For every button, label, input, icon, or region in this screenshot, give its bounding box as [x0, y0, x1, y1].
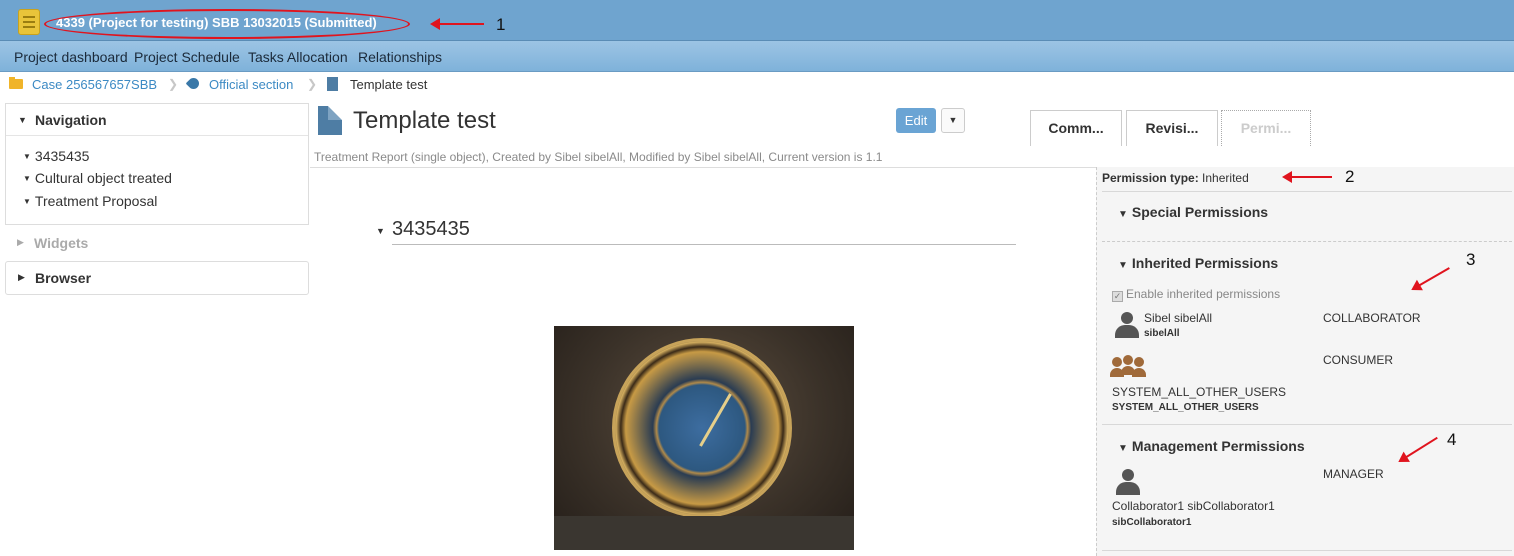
annotation-arrow: [430, 18, 484, 30]
project-icon: [18, 9, 40, 35]
menu-project-dashboard[interactable]: Project dashboard: [14, 49, 128, 65]
document-icon: [327, 77, 338, 91]
browser-header[interactable]: ▶ Browser: [6, 262, 308, 294]
annotation-number: 1: [496, 15, 506, 34]
tag-icon: [185, 75, 202, 92]
chevron-right-icon: ❯: [168, 77, 179, 91]
divider: [1102, 550, 1512, 551]
tab-permissions[interactable]: Permi...: [1221, 110, 1311, 146]
management-permissions-header[interactable]: ▼ Management Permissions: [1118, 438, 1305, 454]
checkbox-checked-icon[interactable]: ✓: [1112, 291, 1123, 302]
breadcrumb-current: Template test: [350, 77, 428, 92]
clock-base: [554, 516, 854, 550]
caret-down-icon: ▼: [1118, 260, 1128, 271]
navigation-panel: ▼ Navigation ▼ 3435435 ▼ Cultural object t…: [5, 103, 309, 225]
nav-item-label: Cultural object treated: [34, 170, 172, 186]
document-metadata: Treatment Report (single object), Create…: [314, 150, 883, 164]
annotation-arrow: [1282, 171, 1332, 183]
chevron-right-icon: ❯: [307, 77, 318, 91]
permission-type: Permission type: Inherited: [1102, 171, 1249, 185]
divider: [392, 244, 1016, 245]
menu-relationships[interactable]: Relationships: [358, 49, 442, 65]
special-permissions-header[interactable]: ▼ Special Permissions: [1118, 204, 1268, 220]
permission-user-sub: sibCollaborator1: [1112, 517, 1192, 528]
permission-role: MANAGER: [1323, 467, 1384, 481]
document-title: Template test: [353, 107, 496, 134]
edit-dropdown-button[interactable]: ▼: [941, 108, 965, 133]
caret-right-icon: ▶: [18, 272, 25, 282]
divider: [1102, 424, 1512, 425]
caret-down-icon: ▼: [23, 174, 31, 183]
divider: [1102, 241, 1512, 242]
inherited-permissions-label: Inherited Permissions: [1131, 255, 1279, 271]
tab-revisions[interactable]: Revisi...: [1126, 110, 1218, 146]
widgets-panel: ▶ Widgets: [5, 228, 309, 258]
user-icon: [1113, 312, 1141, 338]
breadcrumb: Case 256567657SBB ❯ Official section ❯ T…: [0, 72, 1514, 96]
permission-user-sub: SYSTEM_ALL_OTHER_USERS: [1112, 402, 1259, 413]
nav-item[interactable]: ▼ 3435435: [23, 148, 89, 164]
browser-panel: ▶ Browser: [5, 261, 309, 295]
caret-down-icon: ▼: [1118, 209, 1128, 220]
widgets-label: Widgets: [34, 235, 89, 251]
permission-role: COLLABORATOR: [1323, 311, 1421, 325]
enable-inherited-label: Enable inherited permissions: [1126, 287, 1281, 301]
inherited-permissions-header[interactable]: ▼ Inherited Permissions: [1118, 255, 1278, 271]
widgets-header[interactable]: ▶ Widgets: [5, 228, 309, 260]
annotation-number: 2: [1345, 167, 1355, 186]
browser-label: Browser: [35, 270, 92, 286]
folder-icon: [9, 77, 23, 89]
divider: [1102, 191, 1512, 192]
navigation-label: Navigation: [35, 112, 107, 128]
edit-button[interactable]: Edit: [896, 108, 936, 133]
caret-down-icon: ▼: [23, 197, 31, 206]
permission-type-value: Inherited: [1202, 171, 1249, 185]
caret-right-icon: ▶: [17, 237, 24, 247]
clock-face: [612, 338, 792, 518]
breadcrumb-case[interactable]: Case 256567657SBB: [32, 77, 157, 92]
nav-item[interactable]: ▼ Treatment Proposal: [23, 193, 157, 209]
menu-project-schedule[interactable]: Project Schedule: [134, 49, 240, 65]
menu-tasks-allocation[interactable]: Tasks Allocation: [248, 49, 348, 65]
caret-down-icon: ▼: [948, 115, 958, 125]
special-permissions-label: Special Permissions: [1131, 204, 1269, 220]
caret-down-icon: ▼: [1118, 443, 1128, 454]
nav-item-label: 3435435: [34, 148, 90, 164]
permission-user-name: SYSTEM_ALL_OTHER_USERS: [1112, 385, 1287, 399]
astronomical-clock-image: [554, 326, 854, 550]
annotation-number: 3: [1466, 250, 1476, 269]
caret-down-icon: ▼: [23, 152, 31, 161]
permission-user-name: Collaborator1 sibCollaborator1: [1112, 499, 1275, 513]
management-permissions-label: Management Permissions: [1131, 438, 1305, 454]
document-icon: [318, 106, 342, 135]
caret-down-icon[interactable]: ▼: [376, 226, 385, 236]
permission-role: CONSUMER: [1323, 353, 1394, 367]
permission-user-sub: sibelAll: [1144, 328, 1180, 339]
nav-item-label: Treatment Proposal: [34, 193, 158, 209]
nav-item[interactable]: ▼ Cultural object treated: [23, 170, 172, 186]
group-icon: [1110, 355, 1146, 377]
navigation-header[interactable]: ▼ Navigation: [6, 104, 308, 136]
annotation-ellipse: [44, 9, 410, 39]
breadcrumb-section[interactable]: Official section: [209, 77, 293, 92]
caret-down-icon: ▼: [18, 115, 27, 125]
user-icon: [1114, 469, 1142, 495]
tab-comments[interactable]: Comm...: [1030, 110, 1122, 146]
section-heading: 3435435: [392, 218, 470, 240]
permission-user-name: Sibel sibelAll: [1144, 311, 1213, 325]
permission-type-label: Permission type:: [1102, 171, 1199, 185]
permissions-panel: Permission type: Inherited ▼ Special Perm…: [1096, 167, 1514, 556]
enable-inherited-checkbox-row[interactable]: ✓ Enable inherited permissions: [1112, 287, 1280, 302]
annotation-number: 4: [1447, 430, 1457, 449]
menu-bar: Project dashboard Project Schedule Tasks…: [0, 41, 1514, 72]
